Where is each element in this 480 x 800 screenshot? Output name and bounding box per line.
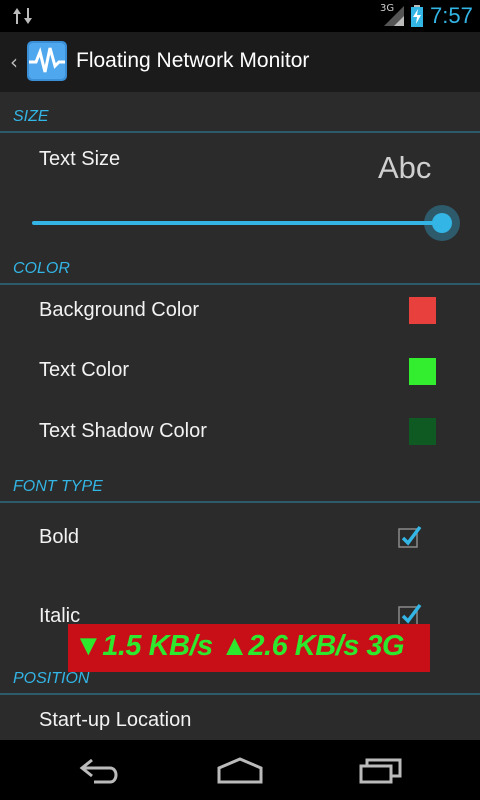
up-caret-icon[interactable]: ‹: [10, 50, 18, 74]
recent-apps-icon[interactable]: [358, 756, 404, 784]
app-logo-icon[interactable]: [26, 40, 68, 82]
text-size-label: Text Size: [39, 148, 121, 170]
floating-network-monitor-overlay[interactable]: ▼1.5 KB/s ▲2.6 KB/s 3G: [68, 624, 430, 672]
setting-text-size[interactable]: Text Size: [0, 132, 480, 242]
navigation-bar: [0, 740, 480, 800]
section-header-color: COLOR: [13, 260, 70, 277]
action-bar: ‹ Floating Network Monitor: [0, 32, 480, 92]
text-shadow-color-swatch[interactable]: [409, 418, 436, 445]
status-bar: 3G 7:57: [0, 0, 480, 32]
clock: 7:57: [430, 3, 473, 28]
startup-location-label: Start-up Location: [39, 709, 192, 731]
bold-label: Bold: [39, 526, 80, 548]
background-color-swatch[interactable]: [409, 297, 436, 324]
section-header-position: POSITION: [13, 670, 90, 687]
setting-text-shadow-color[interactable]: Text Shadow Color: [0, 404, 480, 464]
section-header-size: SIZE: [13, 108, 49, 125]
signal-icon: [384, 6, 404, 26]
page-title: Floating Network Monitor: [76, 49, 310, 72]
bold-checkbox[interactable]: [398, 524, 422, 548]
text-color-label: Text Color: [39, 359, 130, 381]
background-color-label: Background Color: [39, 299, 200, 321]
text-color-swatch[interactable]: [409, 358, 436, 385]
text-size-slider-thumb[interactable]: [424, 205, 460, 241]
text-shadow-color-label: Text Shadow Color: [39, 420, 207, 442]
setting-startup-location[interactable]: Start-up Location: [0, 694, 480, 740]
data-transfer-icon: [13, 8, 32, 24]
text-size-slider-track[interactable]: [32, 221, 442, 225]
network-speed-text: ▼1.5 KB/s ▲2.6 KB/s 3G: [74, 630, 405, 662]
setting-background-color[interactable]: Background Color: [0, 284, 480, 344]
home-icon[interactable]: [216, 756, 264, 784]
battery-charging-icon: [411, 5, 423, 27]
italic-checkbox[interactable]: [398, 602, 422, 626]
section-header-font-type: FONT TYPE: [13, 478, 103, 495]
back-icon[interactable]: [78, 756, 122, 784]
setting-text-color[interactable]: Text Color: [0, 344, 480, 404]
text-size-preview: Abc: [378, 150, 432, 185]
